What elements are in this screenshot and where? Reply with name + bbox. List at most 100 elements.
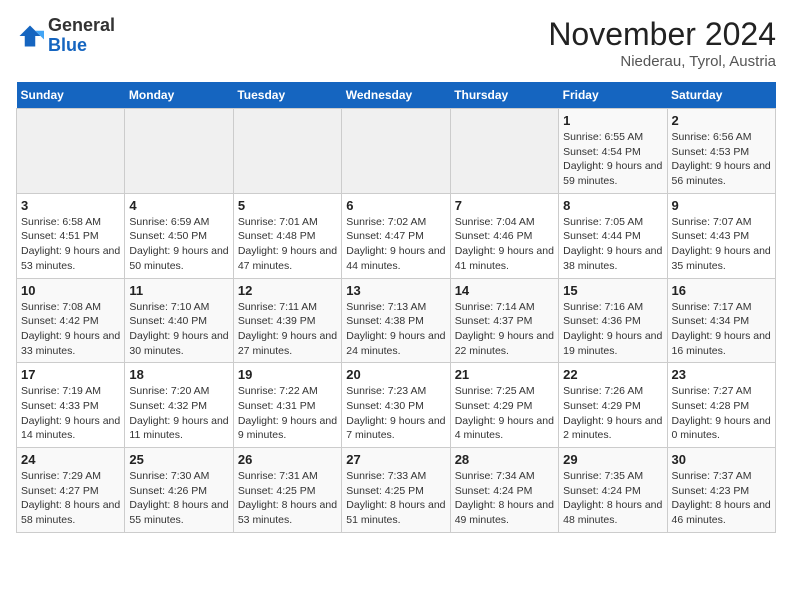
- calendar-cell: [450, 109, 558, 194]
- day-info: Sunrise: 7:19 AM Sunset: 4:33 PM Dayligh…: [21, 384, 120, 443]
- weekday-header-sunday: Sunday: [17, 82, 125, 109]
- day-number: 30: [672, 452, 771, 467]
- logo-text-blue: Blue: [48, 36, 115, 56]
- day-info: Sunrise: 7:04 AM Sunset: 4:46 PM Dayligh…: [455, 215, 554, 274]
- calendar-cell: [342, 109, 450, 194]
- calendar-cell: 10 Sunrise: 7:08 AM Sunset: 4:42 PM Dayli…: [17, 278, 125, 363]
- day-info: Sunrise: 7:02 AM Sunset: 4:47 PM Dayligh…: [346, 215, 445, 274]
- calendar-cell: 8 Sunrise: 7:05 AM Sunset: 4:44 PM Daylig…: [559, 193, 667, 278]
- calendar-cell: 5Sunrise: 7:01 AM Sunset: 4:48 PM Daylig…: [233, 193, 341, 278]
- location-subtitle: Niederau, Tyrol, Austria: [548, 53, 776, 70]
- day-info: Sunrise: 7:27 AM Sunset: 4:28 PM Dayligh…: [672, 384, 771, 443]
- day-number: 11: [129, 283, 228, 298]
- day-info: Sunrise: 7:16 AM Sunset: 4:36 PM Dayligh…: [563, 300, 662, 359]
- day-info: Sunrise: 7:26 AM Sunset: 4:29 PM Dayligh…: [563, 384, 662, 443]
- day-info: Sunrise: 6:58 AM Sunset: 4:51 PM Dayligh…: [21, 215, 120, 274]
- calendar-cell: 20 Sunrise: 7:23 AM Sunset: 4:30 PM Dayli…: [342, 363, 450, 448]
- day-number: 2: [672, 113, 771, 128]
- day-number: 22: [563, 367, 662, 382]
- day-info: Sunrise: 7:22 AM Sunset: 4:31 PM Dayligh…: [238, 384, 337, 443]
- day-info: Sunrise: 7:08 AM Sunset: 4:42 PM Dayligh…: [21, 300, 120, 359]
- weekday-header-wednesday: Wednesday: [342, 82, 450, 109]
- calendar-table: SundayMondayTuesdayWednesdayThursdayFrid…: [16, 82, 776, 533]
- calendar-week-4: 17 Sunrise: 7:19 AM Sunset: 4:33 PM Dayli…: [17, 363, 776, 448]
- calendar-cell: 3 Sunrise: 6:58 AM Sunset: 4:51 PM Daylig…: [17, 193, 125, 278]
- calendar-cell: 27 Sunrise: 7:33 AM Sunset: 4:25 PM Dayli…: [342, 448, 450, 533]
- calendar-cell: 4 Sunrise: 6:59 AM Sunset: 4:50 PM Daylig…: [125, 193, 233, 278]
- calendar-cell: 1Sunrise: 6:55 AM Sunset: 4:54 PM Daylig…: [559, 109, 667, 194]
- calendar-cell: 16 Sunrise: 7:17 AM Sunset: 4:34 PM Dayli…: [667, 278, 775, 363]
- calendar-cell: 29 Sunrise: 7:35 AM Sunset: 4:24 PM Dayli…: [559, 448, 667, 533]
- weekday-header-friday: Friday: [559, 82, 667, 109]
- calendar-cell: 11 Sunrise: 7:10 AM Sunset: 4:40 PM Dayli…: [125, 278, 233, 363]
- day-number: 3: [21, 198, 120, 213]
- day-info: Sunrise: 7:10 AM Sunset: 4:40 PM Dayligh…: [129, 300, 228, 359]
- day-number: 17: [21, 367, 120, 382]
- calendar-cell: 9 Sunrise: 7:07 AM Sunset: 4:43 PM Daylig…: [667, 193, 775, 278]
- calendar-cell: 24 Sunrise: 7:29 AM Sunset: 4:27 PM Dayli…: [17, 448, 125, 533]
- day-number: 13: [346, 283, 445, 298]
- day-number: 16: [672, 283, 771, 298]
- day-info: Sunrise: 6:56 AM Sunset: 4:53 PM Dayligh…: [672, 130, 771, 189]
- day-number: 6: [346, 198, 445, 213]
- calendar-cell: 2 Sunrise: 6:56 AM Sunset: 4:53 PM Daylig…: [667, 109, 775, 194]
- calendar-cell: [17, 109, 125, 194]
- day-info: Sunrise: 7:11 AM Sunset: 4:39 PM Dayligh…: [238, 300, 337, 359]
- calendar-cell: 12 Sunrise: 7:11 AM Sunset: 4:39 PM Dayli…: [233, 278, 341, 363]
- day-info: Sunrise: 7:34 AM Sunset: 4:24 PM Dayligh…: [455, 469, 554, 528]
- day-info: Sunrise: 7:14 AM Sunset: 4:37 PM Dayligh…: [455, 300, 554, 359]
- day-info: Sunrise: 7:01 AM Sunset: 4:48 PM Dayligh…: [238, 215, 337, 274]
- day-number: 25: [129, 452, 228, 467]
- calendar-week-5: 24 Sunrise: 7:29 AM Sunset: 4:27 PM Dayli…: [17, 448, 776, 533]
- day-number: 20: [346, 367, 445, 382]
- day-number: 15: [563, 283, 662, 298]
- day-number: 10: [21, 283, 120, 298]
- day-info: Sunrise: 7:05 AM Sunset: 4:44 PM Dayligh…: [563, 215, 662, 274]
- day-number: 1: [563, 113, 662, 128]
- day-number: 4: [129, 198, 228, 213]
- day-info: Sunrise: 7:17 AM Sunset: 4:34 PM Dayligh…: [672, 300, 771, 359]
- day-info: Sunrise: 7:37 AM Sunset: 4:23 PM Dayligh…: [672, 469, 771, 528]
- calendar-cell: 7 Sunrise: 7:04 AM Sunset: 4:46 PM Daylig…: [450, 193, 558, 278]
- day-number: 19: [238, 367, 337, 382]
- logo-icon: [16, 22, 44, 50]
- day-number: 29: [563, 452, 662, 467]
- weekday-header-tuesday: Tuesday: [233, 82, 341, 109]
- day-info: Sunrise: 6:59 AM Sunset: 4:50 PM Dayligh…: [129, 215, 228, 274]
- day-number: 27: [346, 452, 445, 467]
- day-info: Sunrise: 7:23 AM Sunset: 4:30 PM Dayligh…: [346, 384, 445, 443]
- month-title: November 2024: [548, 16, 776, 53]
- day-number: 9: [672, 198, 771, 213]
- calendar-cell: 25Sunrise: 7:30 AM Sunset: 4:26 PM Dayli…: [125, 448, 233, 533]
- day-number: 28: [455, 452, 554, 467]
- calendar-cell: 13Sunrise: 7:13 AM Sunset: 4:38 PM Dayli…: [342, 278, 450, 363]
- day-number: 8: [563, 198, 662, 213]
- title-area: November 2024 Niederau, Tyrol, Austria: [548, 16, 776, 70]
- calendar-cell: 17 Sunrise: 7:19 AM Sunset: 4:33 PM Dayli…: [17, 363, 125, 448]
- day-info: Sunrise: 7:29 AM Sunset: 4:27 PM Dayligh…: [21, 469, 120, 528]
- day-number: 23: [672, 367, 771, 382]
- calendar-week-2: 3 Sunrise: 6:58 AM Sunset: 4:51 PM Daylig…: [17, 193, 776, 278]
- day-info: Sunrise: 7:35 AM Sunset: 4:24 PM Dayligh…: [563, 469, 662, 528]
- day-number: 12: [238, 283, 337, 298]
- day-info: Sunrise: 7:33 AM Sunset: 4:25 PM Dayligh…: [346, 469, 445, 528]
- weekday-header-saturday: Saturday: [667, 82, 775, 109]
- calendar-cell: 14 Sunrise: 7:14 AM Sunset: 4:37 PM Dayli…: [450, 278, 558, 363]
- calendar-cell: 26Sunrise: 7:31 AM Sunset: 4:25 PM Dayli…: [233, 448, 341, 533]
- calendar-cell: 15 Sunrise: 7:16 AM Sunset: 4:36 PM Dayli…: [559, 278, 667, 363]
- calendar-cell: 19 Sunrise: 7:22 AM Sunset: 4:31 PM Dayli…: [233, 363, 341, 448]
- day-info: Sunrise: 7:25 AM Sunset: 4:29 PM Dayligh…: [455, 384, 554, 443]
- calendar-cell: 21 Sunrise: 7:25 AM Sunset: 4:29 PM Dayli…: [450, 363, 558, 448]
- day-number: 24: [21, 452, 120, 467]
- header: General Blue November 2024 Niederau, Tyr…: [16, 16, 776, 70]
- calendar-cell: 18Sunrise: 7:20 AM Sunset: 4:32 PM Dayli…: [125, 363, 233, 448]
- calendar-week-1: 1Sunrise: 6:55 AM Sunset: 4:54 PM Daylig…: [17, 109, 776, 194]
- logo: General Blue: [16, 16, 115, 56]
- day-info: Sunrise: 7:07 AM Sunset: 4:43 PM Dayligh…: [672, 215, 771, 274]
- day-number: 21: [455, 367, 554, 382]
- calendar-cell: [233, 109, 341, 194]
- day-info: Sunrise: 7:20 AM Sunset: 4:32 PM Dayligh…: [129, 384, 228, 443]
- day-number: 14: [455, 283, 554, 298]
- calendar-cell: [125, 109, 233, 194]
- day-number: 7: [455, 198, 554, 213]
